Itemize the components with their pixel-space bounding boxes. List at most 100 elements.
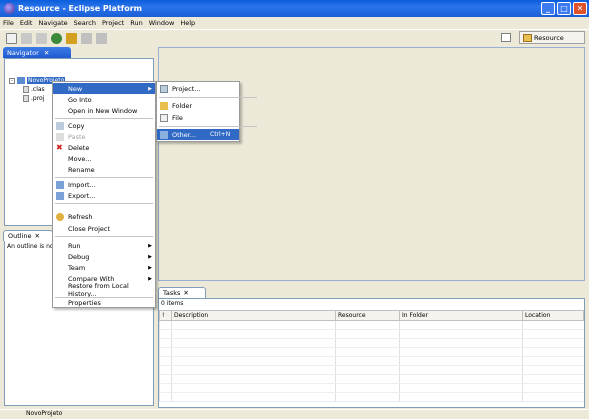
column-resource[interactable]: Resource [335, 310, 400, 321]
menu-item-restore-local-history[interactable]: Restore from Local History... [53, 282, 155, 298]
menu-project[interactable]: Project [102, 19, 124, 27]
forward-icon[interactable] [96, 32, 107, 44]
menu-item-export[interactable]: Export... [53, 190, 155, 201]
menu-item-run[interactable]: Run ▶ [53, 240, 155, 251]
menu-item-copy[interactable]: Copy [53, 120, 155, 131]
save-icon[interactable] [21, 32, 32, 44]
menu-item-paste[interactable]: Paste [53, 131, 155, 142]
status-bar: NovoProjeto [0, 409, 589, 419]
submenu-arrow-icon: ▶ [148, 264, 152, 271]
submenu-item-project[interactable]: Project... [157, 83, 239, 94]
tasks-count: 0 items [161, 300, 184, 307]
menu-file[interactable]: File [3, 19, 14, 27]
menu-separator [55, 236, 153, 237]
new-icon[interactable] [6, 32, 17, 44]
submenu-arrow-icon: ▶ [148, 242, 152, 249]
table-row [159, 383, 584, 393]
menu-item-close-project[interactable]: Close Project [53, 223, 155, 234]
collapse-icon[interactable]: - [9, 77, 15, 84]
menu-separator [159, 97, 257, 98]
menu-bar: File Edit Navigate Search Project Run Wi… [0, 17, 589, 29]
table-row [159, 347, 584, 357]
menu-item-delete[interactable]: ✖ Delete [53, 142, 155, 153]
outline-tab-label: Outline [8, 232, 32, 240]
submenu-item-file[interactable]: File [157, 112, 239, 123]
menu-separator [55, 203, 153, 204]
tree-item-label: .clas [31, 86, 45, 93]
column-description[interactable]: Description [171, 310, 336, 321]
new-submenu: Project... Folder File Other... Ctrl+N [156, 81, 257, 142]
delete-icon: ✖ [56, 142, 63, 152]
perspective-resource-button[interactable]: Resource [519, 31, 585, 44]
table-row [159, 320, 584, 330]
project-folder-icon [17, 77, 25, 84]
maximize-button[interactable]: □ [557, 2, 571, 15]
table-row [159, 365, 584, 375]
print-icon[interactable] [36, 32, 47, 44]
menu-run[interactable]: Run [130, 19, 142, 27]
close-icon[interactable]: ✕ [44, 49, 49, 57]
folder-icon [160, 101, 168, 110]
menu-separator [55, 177, 153, 178]
submenu-item-folder[interactable]: Folder [157, 100, 239, 111]
menu-item-go-into[interactable]: Go Into [53, 94, 155, 105]
eclipse-icon [4, 3, 15, 14]
navigator-tab-label: Navigator [7, 48, 39, 57]
column-priority[interactable]: ! [159, 310, 172, 321]
menu-edit[interactable]: Edit [20, 19, 33, 27]
column-location[interactable]: Location [522, 310, 584, 321]
status-text: NovoProjeto [26, 410, 63, 417]
perspective-label: Resource [534, 33, 564, 42]
menu-item-team[interactable]: Team ▶ [53, 262, 155, 273]
menu-item-new[interactable]: New ▶ [53, 83, 155, 94]
search-icon[interactable] [66, 32, 77, 44]
tree-item-project-file[interactable]: .proj [23, 95, 44, 102]
project-icon [160, 84, 168, 93]
menu-item-rename[interactable]: Rename [53, 164, 155, 175]
back-icon[interactable] [81, 32, 92, 44]
export-icon [56, 191, 64, 200]
submenu-item-other[interactable]: Other... Ctrl+N [157, 129, 239, 140]
close-button[interactable]: ✕ [573, 2, 587, 15]
open-perspective-icon[interactable] [501, 33, 511, 42]
context-menu: New ▶ Go Into Open in New Window Copy Pas… [52, 81, 156, 308]
title-bar: Resource - Eclipse Platform _ □ ✕ [0, 0, 589, 17]
wizard-icon [160, 130, 168, 139]
menu-item-refresh[interactable]: Refresh [53, 211, 155, 222]
paste-icon [56, 132, 64, 141]
file-icon [160, 113, 168, 122]
tasks-panel: 0 items ! Description Resource In Folder… [158, 298, 585, 408]
table-row [159, 356, 584, 366]
menu-item-import[interactable]: Import... [53, 179, 155, 190]
refresh-icon [56, 212, 64, 221]
menu-search[interactable]: Search [74, 19, 96, 27]
menu-item-debug[interactable]: Debug ▶ [53, 251, 155, 262]
tasks-table: ! Description Resource In Folder Locatio… [159, 310, 584, 402]
column-in-folder[interactable]: In Folder [399, 310, 523, 321]
tree-item-label: .proj [31, 95, 45, 102]
menu-help[interactable]: Help [180, 19, 195, 27]
file-icon [23, 86, 29, 93]
table-row [159, 374, 584, 384]
tab-tasks[interactable]: Tasks ✕ [158, 287, 206, 298]
minimize-button[interactable]: _ [541, 2, 555, 15]
menu-item-properties[interactable]: Properties [53, 297, 155, 308]
menu-navigate[interactable]: Navigate [38, 19, 67, 27]
tab-outline[interactable]: Outline ✕ [3, 230, 53, 241]
shortcut-label: Ctrl+N [210, 131, 231, 138]
close-icon[interactable]: ✕ [183, 289, 188, 297]
table-row [159, 329, 584, 339]
tree-item-classpath[interactable]: .clas [23, 86, 45, 93]
menu-item-open-new-window[interactable]: Open in New Window [53, 105, 155, 116]
menu-window[interactable]: Window [149, 19, 175, 27]
window-title: Resource - Eclipse Platform [18, 4, 143, 13]
menu-separator [55, 118, 153, 119]
tasks-tab-label: Tasks [163, 289, 181, 297]
file-icon [23, 95, 29, 102]
run-icon[interactable] [51, 32, 62, 44]
tab-navigator[interactable]: Navigator ✕ [3, 47, 71, 58]
submenu-arrow-icon: ▶ [148, 85, 152, 92]
close-icon[interactable]: ✕ [35, 232, 40, 240]
menu-item-move[interactable]: Move... [53, 153, 155, 164]
copy-icon [56, 121, 64, 130]
